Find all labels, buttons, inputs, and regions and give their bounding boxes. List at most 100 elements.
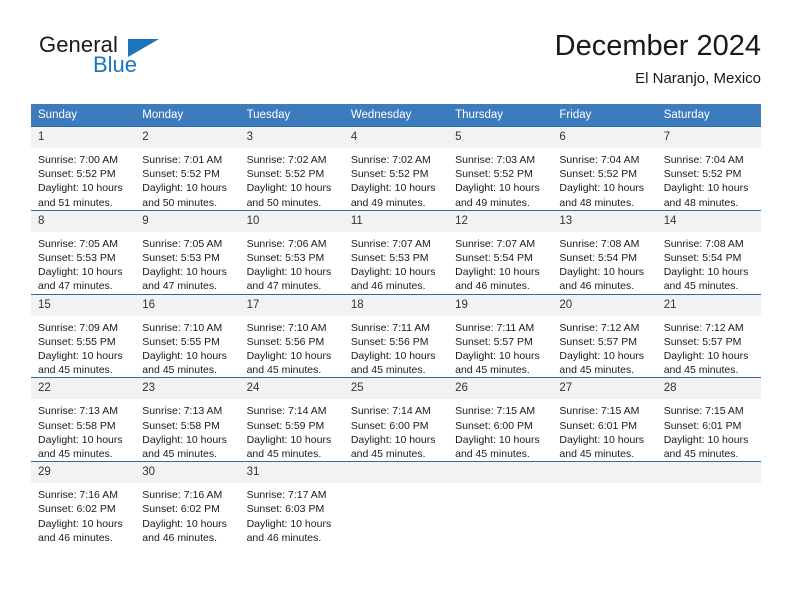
sunrise-text: Sunrise: 7:16 AM xyxy=(142,489,223,502)
sunrise-text: Sunrise: 7:08 AM xyxy=(559,237,640,250)
day-number: 26 xyxy=(448,378,553,400)
day-cell[interactable]: 3 Sunrise: 7:02 AM Sunset: 5:52 PM Daylight… xyxy=(239,126,344,211)
day-cell[interactable]: 15 Sunrise: 7:09 AM Sunset: 5:55 PM Dayligh… xyxy=(31,293,136,378)
sunrise-text: Sunrise: 7:10 AM xyxy=(142,321,223,334)
day-cell[interactable]: 24 Sunrise: 7:14 AM Sunset: 5:59 PM Dayligh… xyxy=(239,377,344,462)
weekday-header-sunday: Sunday xyxy=(31,104,136,127)
daylight-text: Daylight: 10 hours and 45 minutes. xyxy=(246,350,332,377)
daylight-text: Daylight: 10 hours and 47 minutes. xyxy=(142,266,227,293)
day-cell[interactable]: 16 Sunrise: 7:10 AM Sunset: 5:55 PM Dayligh… xyxy=(135,293,240,378)
sunset-text: Sunset: 5:52 PM xyxy=(559,168,638,181)
day-cell[interactable]: 23 Sunrise: 7:13 AM Sunset: 5:58 PM Dayligh… xyxy=(135,377,240,462)
sunset-text: Sunset: 5:52 PM xyxy=(663,168,742,181)
day-cell[interactable]: 19 Sunrise: 7:11 AM Sunset: 5:57 PM Dayligh… xyxy=(448,293,553,378)
day-number: 12 xyxy=(448,210,553,232)
sunset-text: Sunset: 5:57 PM xyxy=(663,335,742,348)
day-cell-empty xyxy=(552,461,657,546)
day-number: 6 xyxy=(552,127,657,148)
day-cell[interactable]: 4 Sunrise: 7:02 AM Sunset: 5:52 PM Daylight… xyxy=(343,126,449,211)
sunrise-text: Sunrise: 7:05 AM xyxy=(142,237,223,250)
day-cell[interactable]: 21 Sunrise: 7:12 AM Sunset: 5:57 PM Dayligh… xyxy=(656,293,761,378)
brand-logo[interactable]: General Blue xyxy=(31,32,241,90)
day-number: 2 xyxy=(135,127,240,148)
daylight-text: Daylight: 10 hours and 51 minutes. xyxy=(38,182,123,209)
day-cell[interactable]: 28 Sunrise: 7:15 AM Sunset: 6:01 PM Dayligh… xyxy=(656,377,761,462)
day-cell[interactable]: 14 Sunrise: 7:08 AM Sunset: 5:54 PM Dayligh… xyxy=(656,209,761,295)
day-cell[interactable]: 1 Sunrise: 7:00 AM Sunset: 5:52 PM Daylight… xyxy=(31,126,136,211)
sunset-text: Sunset: 5:54 PM xyxy=(663,252,742,265)
day-cell[interactable]: 26 Sunrise: 7:15 AM Sunset: 6:00 PM Dayligh… xyxy=(448,377,553,462)
day-details: Sunrise: 7:08 AM Sunset: 5:54 PM Daylight:… xyxy=(552,232,656,294)
sunrise-text: Sunrise: 7:11 AM xyxy=(455,321,535,334)
day-cell[interactable]: 27 Sunrise: 7:15 AM Sunset: 6:01 PM Dayligh… xyxy=(552,377,657,462)
day-details: Sunrise: 7:11 AM Sunset: 5:57 PM Daylight:… xyxy=(448,316,552,378)
day-number xyxy=(552,462,657,484)
sunrise-text: Sunrise: 7:16 AM xyxy=(38,489,118,502)
day-number: 20 xyxy=(552,294,657,316)
day-cell[interactable]: 12 Sunrise: 7:07 AM Sunset: 5:54 PM Dayligh… xyxy=(448,209,553,295)
day-cell[interactable]: 31 Sunrise: 7:17 AM Sunset: 6:03 PM Dayligh… xyxy=(239,461,344,546)
day-cell[interactable]: 17 Sunrise: 7:10 AM Sunset: 5:56 PM Dayligh… xyxy=(239,293,344,378)
day-cell[interactable]: 10 Sunrise: 7:06 AM Sunset: 5:53 PM Dayligh… xyxy=(239,209,344,295)
day-cell[interactable]: 30 Sunrise: 7:16 AM Sunset: 6:02 PM Dayligh… xyxy=(135,461,240,546)
sunset-text: Sunset: 5:53 PM xyxy=(38,252,116,265)
sunrise-text: Sunrise: 7:11 AM xyxy=(350,321,431,334)
sunset-text: Sunset: 6:02 PM xyxy=(38,503,116,516)
day-cell[interactable]: 5 Sunrise: 7:03 AM Sunset: 5:52 PM Daylight… xyxy=(448,126,553,211)
sunset-text: Sunset: 6:00 PM xyxy=(455,419,533,432)
sunrise-text: Sunrise: 7:13 AM xyxy=(38,405,118,418)
daylight-text: Daylight: 10 hours and 45 minutes. xyxy=(663,433,749,461)
sunrise-text: Sunrise: 7:04 AM xyxy=(663,154,744,166)
sunrise-text: Sunrise: 7:15 AM xyxy=(455,405,536,418)
day-details: Sunrise: 7:16 AM Sunset: 6:02 PM Daylight:… xyxy=(31,483,135,545)
calendar-table: Sunday Monday Tuesday Wednesday Thursday… xyxy=(31,104,761,546)
day-details: Sunrise: 7:00 AM Sunset: 5:52 PM Daylight:… xyxy=(31,148,135,210)
calendar-week-row: 22 Sunrise: 7:13 AM Sunset: 5:58 PM Dayligh… xyxy=(31,377,761,462)
brand-name-blue: Blue xyxy=(93,52,138,77)
daylight-text: Daylight: 10 hours and 45 minutes. xyxy=(455,433,540,461)
day-cell[interactable]: 29 Sunrise: 7:16 AM Sunset: 6:02 PM Dayligh… xyxy=(31,461,136,546)
day-details: Sunrise: 7:15 AM Sunset: 6:01 PM Daylight:… xyxy=(657,399,761,461)
sunrise-text: Sunrise: 7:01 AM xyxy=(142,154,223,166)
daylight-text: Daylight: 10 hours and 45 minutes. xyxy=(455,350,540,377)
sunrise-text: Sunrise: 7:07 AM xyxy=(350,237,431,250)
day-details: Sunrise: 7:12 AM Sunset: 5:57 PM Daylight:… xyxy=(657,316,761,378)
day-details: Sunrise: 7:05 AM Sunset: 5:53 PM Daylight:… xyxy=(31,232,135,294)
day-cell[interactable]: 8 Sunrise: 7:05 AM Sunset: 5:53 PM Daylight… xyxy=(31,209,136,295)
day-details: Sunrise: 7:07 AM Sunset: 5:54 PM Daylight:… xyxy=(448,232,552,294)
day-number: 18 xyxy=(343,294,449,316)
day-cell[interactable]: 22 Sunrise: 7:13 AM Sunset: 5:58 PM Dayligh… xyxy=(31,377,136,462)
day-number xyxy=(656,462,761,484)
day-cell[interactable]: 13 Sunrise: 7:08 AM Sunset: 5:54 PM Dayligh… xyxy=(552,209,657,295)
day-cell[interactable]: 2 Sunrise: 7:01 AM Sunset: 5:52 PM Daylight… xyxy=(135,126,240,211)
day-number: 4 xyxy=(343,127,449,148)
weekday-header-wednesday: Wednesday xyxy=(343,104,449,127)
day-cell[interactable]: 6 Sunrise: 7:04 AM Sunset: 5:52 PM Daylight… xyxy=(552,126,657,211)
sunrise-text: Sunrise: 7:12 AM xyxy=(663,321,744,334)
calendar-page: General Blue December 2024 El Naranjo, M… xyxy=(0,0,792,612)
sunset-text: Sunset: 5:52 PM xyxy=(246,168,325,181)
location-subtitle: El Naranjo, Mexico xyxy=(635,70,761,87)
sunrise-text: Sunrise: 7:02 AM xyxy=(246,154,327,166)
day-number: 16 xyxy=(135,294,240,316)
daylight-text: Daylight: 10 hours and 45 minutes. xyxy=(142,350,227,377)
day-cell[interactable]: 25 Sunrise: 7:14 AM Sunset: 6:00 PM Dayligh… xyxy=(343,377,449,462)
day-number: 30 xyxy=(135,462,240,484)
daylight-text: Daylight: 10 hours and 45 minutes. xyxy=(142,433,227,461)
day-number: 11 xyxy=(343,210,449,232)
day-details: Sunrise: 7:03 AM Sunset: 5:52 PM Daylight:… xyxy=(448,148,552,210)
day-cell[interactable]: 9 Sunrise: 7:05 AM Sunset: 5:53 PM Daylight… xyxy=(135,209,240,295)
day-cell[interactable]: 11 Sunrise: 7:07 AM Sunset: 5:53 PM Dayligh… xyxy=(343,209,449,295)
daylight-text: Daylight: 10 hours and 47 minutes. xyxy=(246,266,332,293)
day-number: 7 xyxy=(656,127,761,148)
day-cell[interactable]: 20 Sunrise: 7:12 AM Sunset: 5:57 PM Dayligh… xyxy=(552,293,657,378)
day-cell[interactable]: 18 Sunrise: 7:11 AM Sunset: 5:56 PM Dayligh… xyxy=(343,293,449,378)
day-details: Sunrise: 7:02 AM Sunset: 5:52 PM Daylight:… xyxy=(344,148,448,210)
sunset-text: Sunset: 5:53 PM xyxy=(350,252,429,265)
page-header: General Blue December 2024 El Naranjo, M… xyxy=(31,28,761,96)
sunset-text: Sunset: 5:54 PM xyxy=(559,252,638,265)
day-details: Sunrise: 7:04 AM Sunset: 5:52 PM Daylight:… xyxy=(552,148,656,210)
sunrise-text: Sunrise: 7:05 AM xyxy=(38,237,118,250)
day-cell[interactable]: 7 Sunrise: 7:04 AM Sunset: 5:52 PM Daylight… xyxy=(656,126,761,211)
sunset-text: Sunset: 5:56 PM xyxy=(246,335,325,348)
